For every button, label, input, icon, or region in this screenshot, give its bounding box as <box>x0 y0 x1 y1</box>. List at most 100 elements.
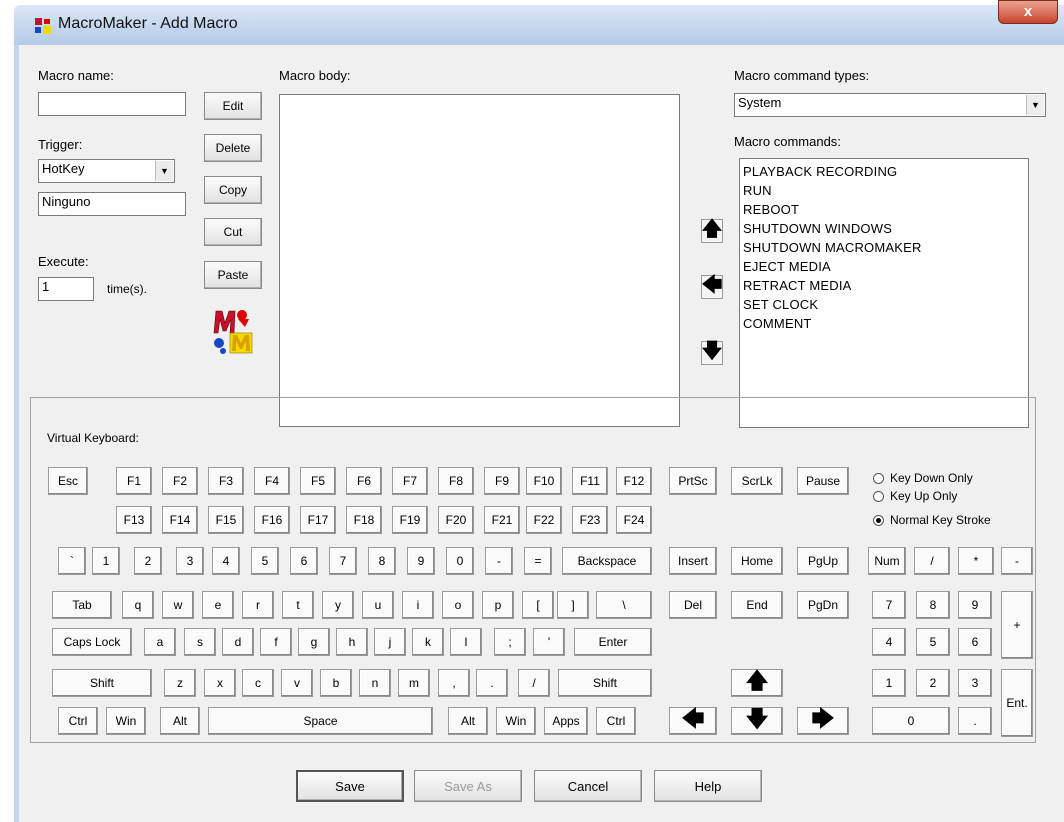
save-button[interactable]: Save <box>296 770 404 802</box>
key-tab[interactable]: Tab <box>52 591 112 619</box>
key-numpad-add[interactable]: + <box>1001 591 1033 659</box>
key-numpad-enter[interactable]: Ent. <box>1001 669 1033 737</box>
key-9[interactable]: 9 <box>407 547 435 575</box>
key-numpad-decimal[interactable]: . <box>958 707 992 735</box>
copy-button[interactable]: Copy <box>204 176 262 204</box>
key-numpad-3[interactable]: 3 <box>958 669 992 697</box>
arrow-down-icon[interactable]: 🡇 <box>731 706 783 735</box>
key-i[interactable]: i <box>402 591 434 619</box>
key-k[interactable]: k <box>412 628 444 656</box>
key-lbracket[interactable]: [ <box>522 591 554 619</box>
key-m[interactable]: m <box>398 669 430 697</box>
key-right-shift[interactable]: Shift <box>558 669 652 697</box>
key-f14[interactable]: F14 <box>162 506 198 534</box>
key-left-shift[interactable]: Shift <box>52 669 152 697</box>
delete-button[interactable]: Delete <box>204 134 262 162</box>
command-types-select[interactable]: System ▼ <box>734 93 1046 117</box>
key-f9[interactable]: F9 <box>484 467 520 495</box>
key-x[interactable]: x <box>204 669 236 697</box>
key-f22[interactable]: F22 <box>526 506 562 534</box>
key-8[interactable]: 8 <box>368 547 396 575</box>
key-esc[interactable]: Esc <box>48 467 88 495</box>
key-b[interactable]: b <box>320 669 352 697</box>
close-button[interactable]: x <box>998 0 1058 24</box>
key-7[interactable]: 7 <box>329 547 357 575</box>
hotkey-field[interactable]: Ninguno <box>38 192 186 216</box>
key-v[interactable]: v <box>281 669 313 697</box>
key-numpad-divide[interactable]: / <box>914 547 950 575</box>
help-button[interactable]: Help <box>654 770 762 802</box>
list-item[interactable]: RETRACT MEDIA <box>740 276 1028 295</box>
key-f[interactable]: f <box>260 628 292 656</box>
radio-key-down-only[interactable]: Key Down Only <box>873 471 973 485</box>
key-f1[interactable]: F1 <box>116 467 152 495</box>
list-item[interactable]: SET CLOCK <box>740 295 1028 314</box>
key-f23[interactable]: F23 <box>572 506 608 534</box>
edit-button[interactable]: Edit <box>204 92 262 120</box>
chevron-down-icon[interactable]: ▼ <box>1026 95 1044 115</box>
key-h[interactable]: h <box>336 628 368 656</box>
key-f18[interactable]: F18 <box>346 506 382 534</box>
key-insert[interactable]: Insert <box>669 547 717 575</box>
key-numpad-4[interactable]: 4 <box>872 628 906 656</box>
key-f3[interactable]: F3 <box>208 467 244 495</box>
key-backspace[interactable]: Backspace <box>562 547 652 575</box>
key-4[interactable]: 4 <box>212 547 240 575</box>
key-del[interactable]: Del <box>669 591 717 619</box>
list-item[interactable]: SHUTDOWN MACROMAKER <box>740 238 1028 257</box>
key-rbracket[interactable]: ] <box>557 591 589 619</box>
radio-normal-key-stroke[interactable]: Normal Key Stroke <box>873 513 991 527</box>
key-n[interactable]: n <box>359 669 391 697</box>
key-semicolon[interactable]: ; <box>494 628 526 656</box>
list-item[interactable]: COMMENT <box>740 314 1028 333</box>
key-g[interactable]: g <box>298 628 330 656</box>
list-item[interactable]: PLAYBACK RECORDING <box>740 162 1028 181</box>
key-numpad-0[interactable]: 0 <box>872 707 950 735</box>
key-left-win[interactable]: Win <box>106 707 146 735</box>
key-f5[interactable]: F5 <box>300 467 336 495</box>
key-capslock[interactable]: Caps Lock <box>52 628 132 656</box>
key-j[interactable]: j <box>374 628 406 656</box>
key-right-alt[interactable]: Alt <box>448 707 488 735</box>
key-f11[interactable]: F11 <box>572 467 608 495</box>
key-f7[interactable]: F7 <box>392 467 428 495</box>
key-2[interactable]: 2 <box>134 547 162 575</box>
key-e[interactable]: e <box>202 591 234 619</box>
key-prtsc[interactable]: PrtSc <box>669 467 717 495</box>
key-f15[interactable]: F15 <box>208 506 244 534</box>
key-numpad-5[interactable]: 5 <box>916 628 950 656</box>
key-f13[interactable]: F13 <box>116 506 152 534</box>
key-w[interactable]: w <box>162 591 194 619</box>
list-item[interactable]: RUN <box>740 181 1028 200</box>
key-f16[interactable]: F16 <box>254 506 290 534</box>
key-numpad-1[interactable]: 1 <box>872 669 906 697</box>
cancel-button[interactable]: Cancel <box>534 770 642 802</box>
key-f17[interactable]: F17 <box>300 506 336 534</box>
key-u[interactable]: u <box>362 591 394 619</box>
trigger-select[interactable]: HotKey ▼ <box>38 159 175 183</box>
key-apps[interactable]: Apps <box>544 707 588 735</box>
key-numpad-subtract[interactable]: - <box>1001 547 1033 575</box>
cut-button[interactable]: Cut <box>204 218 262 246</box>
key-pgdn[interactable]: PgDn <box>797 591 849 619</box>
key-y[interactable]: y <box>322 591 354 619</box>
key-o[interactable]: o <box>442 591 474 619</box>
key-end[interactable]: End <box>731 591 783 619</box>
arrow-right-icon[interactable]: 🡆 <box>797 706 849 735</box>
macro-commands-list[interactable]: PLAYBACK RECORDING RUN REBOOT SHUTDOWN W… <box>739 158 1029 428</box>
key-q[interactable]: q <box>122 591 154 619</box>
key-numpad-9[interactable]: 9 <box>958 591 992 619</box>
key-numpad-2[interactable]: 2 <box>916 669 950 697</box>
key-numpad-6[interactable]: 6 <box>958 628 992 656</box>
key-space[interactable]: Space <box>208 707 433 735</box>
key-f4[interactable]: F4 <box>254 467 290 495</box>
list-item[interactable]: EJECT MEDIA <box>740 257 1028 276</box>
key-r[interactable]: r <box>242 591 274 619</box>
key-0[interactable]: 0 <box>446 547 474 575</box>
key-minus[interactable]: - <box>485 547 513 575</box>
key-5[interactable]: 5 <box>251 547 279 575</box>
key-t[interactable]: t <box>282 591 314 619</box>
radio-key-up-only[interactable]: Key Up Only <box>873 489 957 503</box>
list-item[interactable]: SHUTDOWN WINDOWS <box>740 219 1028 238</box>
key-f20[interactable]: F20 <box>438 506 474 534</box>
